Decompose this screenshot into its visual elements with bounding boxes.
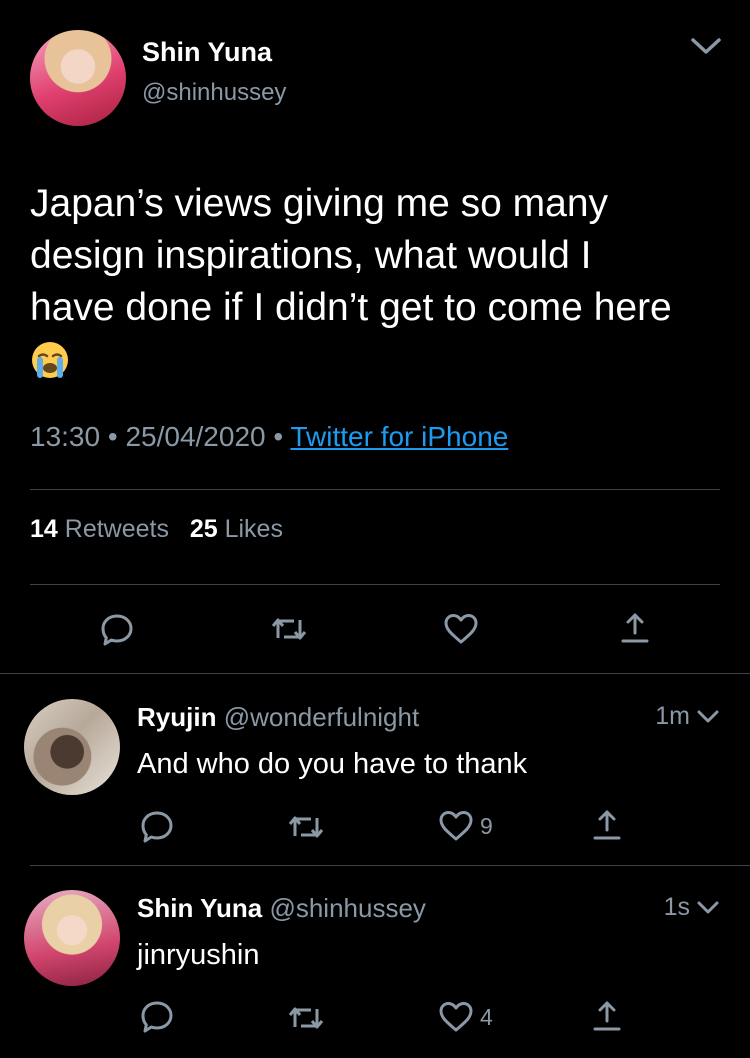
reply-timestamp: 1m: [655, 702, 690, 730]
share-button[interactable]: [591, 808, 623, 842]
heart-icon: [444, 614, 478, 644]
tweet-source-link[interactable]: Twitter for iPhone: [290, 421, 508, 452]
author-handle[interactable]: @shinhussey: [142, 79, 286, 107]
retweet-icon: [288, 1007, 324, 1029]
avatar[interactable]: [24, 699, 120, 795]
share-icon: [621, 613, 649, 643]
tweet-text-line: design inspirations, what would I: [30, 234, 592, 277]
share-icon: [593, 810, 621, 840]
tweet-text-line: Japan’s views giving me so many: [30, 182, 609, 225]
share-icon: [593, 1001, 621, 1031]
like-count: 9: [480, 812, 493, 839]
chevron-down-icon[interactable]: [690, 36, 722, 56]
meta-separator: •: [273, 421, 284, 452]
avatar[interactable]: [30, 30, 126, 126]
retweets-stat[interactable]: 14 Retweets: [30, 515, 169, 543]
meta-separator: •: [107, 421, 118, 452]
divider: [30, 865, 750, 866]
likes-label: Likes: [224, 515, 283, 543]
tweet-text-line: have done if I didn’t get to come here: [30, 286, 672, 329]
likes-stat[interactable]: 25 Likes: [190, 515, 283, 543]
reply-author-handle[interactable]: @shinhussey: [269, 893, 425, 923]
avatar[interactable]: [24, 890, 120, 986]
reply-button[interactable]: [140, 1000, 174, 1034]
tweet-text: Japan’s views giving me so many design i…: [30, 178, 730, 380]
retweets-label: Retweets: [64, 515, 169, 543]
retweets-count: 14: [30, 515, 58, 543]
reply-author-handle[interactable]: @wonderfulnight: [224, 702, 420, 732]
reply-button[interactable]: [100, 613, 134, 647]
reply-button[interactable]: [140, 810, 174, 844]
share-button[interactable]: [591, 999, 623, 1033]
reply-author-name[interactable]: Shin Yuna: [137, 893, 262, 923]
reply-icon: [141, 811, 173, 843]
author-name[interactable]: Shin Yuna: [142, 37, 272, 68]
loudly-crying-face-icon: [32, 342, 68, 378]
retweet-button[interactable]: [287, 1003, 325, 1033]
reply-author-name[interactable]: Ryujin: [137, 702, 216, 732]
reply-time: 1s: [664, 893, 720, 922]
tweet-time: 13:30: [30, 421, 101, 452]
tweet-date: 25/04/2020: [125, 421, 266, 452]
divider: [30, 489, 720, 490]
divider: [30, 584, 720, 585]
tweet-meta: 13:30 • 25/04/2020 • Twitter for iPhone: [30, 421, 508, 453]
reply-time: 1m: [655, 702, 720, 731]
retweet-icon: [271, 618, 307, 640]
heart-icon: [439, 1002, 473, 1032]
divider: [0, 673, 750, 674]
tweet-stats: 14 Retweets 25 Likes: [30, 515, 283, 544]
chevron-down-icon[interactable]: [696, 709, 720, 725]
retweet-icon: [288, 816, 324, 838]
reply-icon: [141, 1001, 173, 1033]
like-count: 4: [480, 1003, 493, 1030]
like-button[interactable]: [443, 613, 479, 645]
reply-header: Shin Yuna @shinhussey: [137, 893, 426, 924]
retweet-button[interactable]: [287, 812, 325, 842]
like-button[interactable]: 9: [438, 810, 493, 842]
reply-text: jinryushin: [137, 939, 260, 971]
heart-icon: [439, 811, 473, 841]
retweet-button[interactable]: [270, 614, 308, 644]
share-button[interactable]: [619, 611, 651, 645]
chevron-down-icon[interactable]: [696, 900, 720, 916]
likes-count: 25: [189, 515, 218, 543]
reply-timestamp: 1s: [663, 893, 690, 921]
reply-text: And who do you have to thank: [137, 748, 528, 780]
reply-header: Ryujin @wonderfulnight: [137, 702, 419, 733]
reply-icon: [101, 614, 133, 646]
like-button[interactable]: 4: [438, 1001, 493, 1033]
